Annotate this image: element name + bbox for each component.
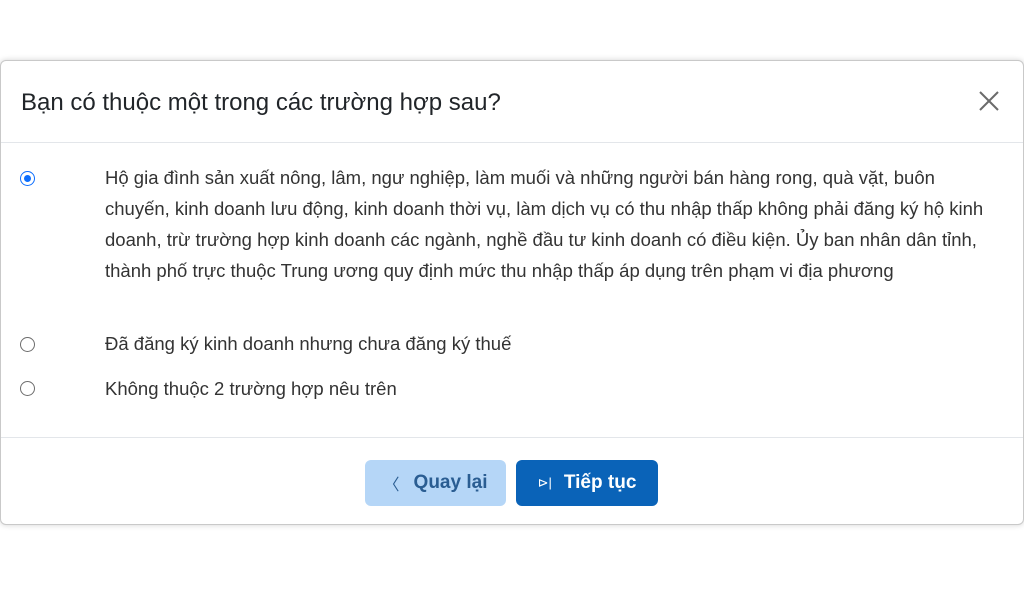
- dialog-title: Bạn có thuộc một trong các trường hợp sa…: [21, 89, 501, 116]
- back-button[interactable]: 〈 Quay lại: [365, 460, 506, 506]
- dialog: Bạn có thuộc một trong các trường hợp sa…: [0, 60, 1024, 525]
- chevron-left-icon: 〈: [383, 477, 400, 494]
- dialog-body: Hộ gia đình sản xuất nông, lâm, ngư nghi…: [1, 144, 1023, 438]
- close-button[interactable]: [977, 89, 1001, 113]
- option-label: Hộ gia đình sản xuất nông, lâm, ngư nghi…: [105, 167, 984, 281]
- close-icon: [979, 91, 999, 111]
- option-radio-2[interactable]: [20, 337, 35, 352]
- page: KẾ TOÁN THUẾ TAX LAW & ACCOUNTING APECTA…: [0, 0, 1024, 597]
- dialog-footer: 〈 Quay lại ⊳| Tiếp tục: [1, 437, 1023, 524]
- next-button-label: Tiếp tục: [563, 472, 637, 493]
- option-radio-1[interactable]: [20, 171, 35, 186]
- skip-forward-icon: ⊳|: [537, 475, 552, 490]
- next-button[interactable]: ⊳| Tiếp tục: [516, 460, 658, 506]
- option-radio-3[interactable]: [20, 381, 35, 396]
- option-label: Đã đăng ký kinh doanh nhưng chưa đăng ký…: [105, 333, 512, 354]
- dialog-header: Bạn có thuộc một trong các trường hợp sa…: [1, 61, 1023, 143]
- option-label: Không thuộc 2 trường hợp nêu trên: [105, 378, 397, 399]
- back-button-label: Quay lại: [413, 472, 488, 493]
